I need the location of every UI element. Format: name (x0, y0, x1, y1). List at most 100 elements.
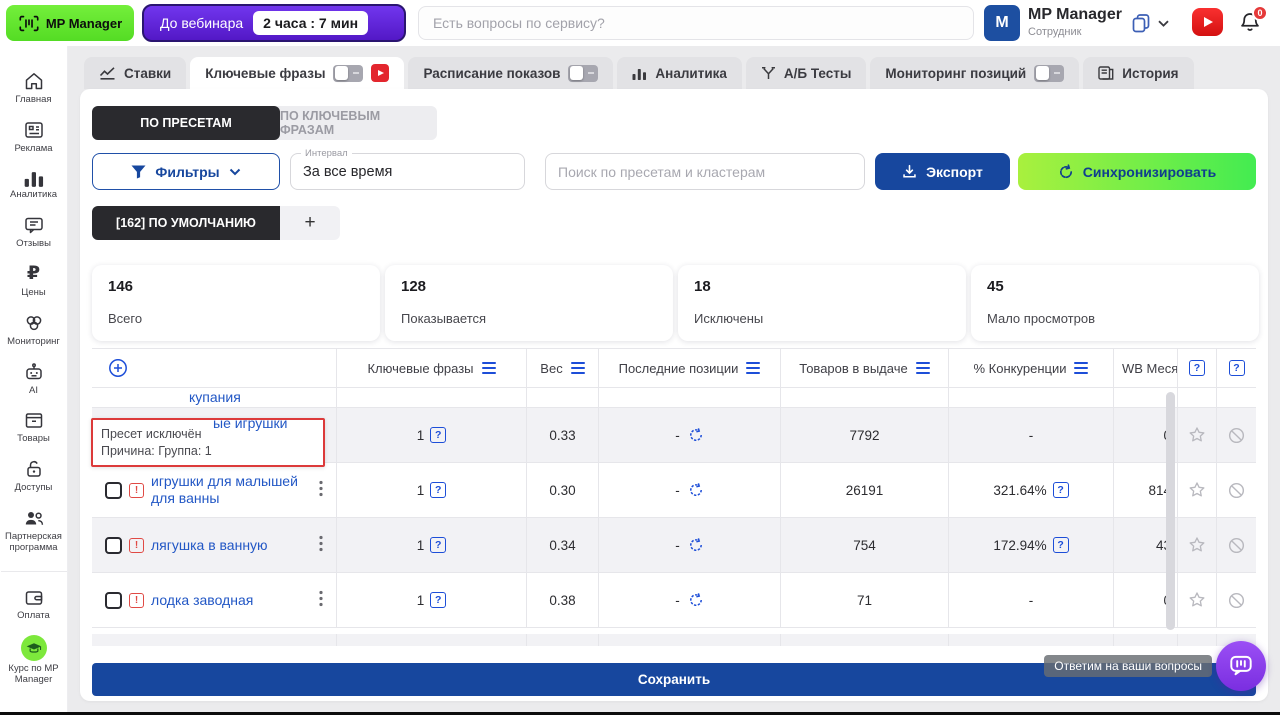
help-icon[interactable]: ? (430, 482, 446, 498)
sort-icon[interactable] (1074, 362, 1088, 374)
service-question-input[interactable] (418, 6, 974, 40)
tab-analytics[interactable]: Аналитика (617, 57, 741, 89)
sidebar-item-analytics[interactable]: Аналитика (1, 168, 67, 201)
schedule-toggle[interactable] (568, 65, 598, 82)
block-icon[interactable] (1227, 536, 1246, 555)
help-icon[interactable]: ? (1053, 482, 1069, 498)
sidebar-item-ads[interactable]: Реклама (1, 119, 67, 155)
stat-value: 128 (401, 278, 657, 295)
webinar-countdown-button[interactable]: До вебинара 2 часа : 7 мин (142, 4, 406, 42)
sort-icon[interactable] (482, 362, 496, 374)
preset-search-input[interactable] (545, 153, 865, 190)
chat-widget-button[interactable] (1216, 641, 1266, 691)
sort-icon[interactable] (746, 362, 760, 374)
keyword-link[interactable]: лягушка в ванную (151, 537, 313, 554)
subtab-by-phrases[interactable]: ПО КЛЮЧЕВЫМ ФРАЗАМ (280, 106, 437, 140)
tab-position-monitoring[interactable]: Мониторинг позиций (870, 57, 1079, 89)
sidebar-item-prices[interactable]: ₽ Цены (1, 263, 67, 299)
row-checkbox[interactable] (105, 592, 122, 609)
tab-history[interactable]: История (1083, 57, 1193, 89)
star-icon[interactable] (1187, 590, 1207, 610)
sidebar-item-ai[interactable]: AI (1, 361, 67, 397)
star-icon[interactable] (1187, 480, 1207, 500)
star-icon[interactable] (1187, 535, 1207, 555)
sidebar-item-monitoring[interactable]: Мониторинг (1, 312, 67, 348)
star-icon[interactable] (1187, 425, 1207, 445)
block-icon[interactable] (1227, 481, 1246, 500)
sidebar-item-partner-program[interactable]: Партнерская программа (1, 507, 67, 554)
refresh-icon[interactable] (688, 427, 704, 443)
refresh-icon[interactable] (688, 482, 704, 498)
stat-card-low-views[interactable]: 45 Мало просмотров (971, 265, 1259, 341)
tab-keywords[interactable]: Ключевые фразы (190, 57, 404, 89)
preset-excluded-tooltip: Пресет исключён Причина: Группа: 1 (91, 418, 325, 467)
help-icon[interactable]: ? (430, 537, 446, 553)
sync-icon (1058, 164, 1074, 180)
row-menu-icon[interactable] (317, 534, 325, 557)
refresh-icon[interactable] (688, 537, 704, 553)
keyword-link[interactable]: игрушки для малышей для ванны (151, 473, 313, 507)
warning-icon[interactable]: ! (129, 538, 144, 553)
competition-value: 172.94% (993, 538, 1046, 553)
stat-card-shown[interactable]: 128 Показывается (385, 265, 673, 341)
sidebar-label: Товары (17, 434, 50, 445)
table-scrollbar[interactable] (1166, 392, 1175, 630)
sort-icon[interactable] (916, 362, 930, 374)
sidebar-item-home[interactable]: Главная (1, 70, 67, 106)
block-icon[interactable] (1227, 426, 1246, 445)
help-icon[interactable]: ? (1053, 537, 1069, 553)
notifications-bell[interactable]: 0 (1238, 10, 1264, 36)
interval-select[interactable]: Интервал За все время (290, 153, 525, 190)
row-checkbox[interactable] (105, 537, 122, 554)
preset-chips: [162] ПО УМОЛЧАНИЮ + (92, 206, 340, 240)
copy-icon[interactable] (1130, 12, 1152, 34)
stat-card-total[interactable]: 146 Всего (92, 265, 380, 341)
help-icon[interactable]: ? (1229, 360, 1245, 376)
monitoring-toggle[interactable] (1034, 65, 1064, 82)
tab-schedule[interactable]: Расписание показов (408, 57, 613, 89)
export-button[interactable]: Экспорт (875, 153, 1010, 190)
warning-icon[interactable]: ! (129, 593, 144, 608)
last-position-value: - (675, 428, 680, 443)
sidebar-item-products[interactable]: Товары (1, 409, 67, 445)
add-circle-icon[interactable] (108, 358, 128, 378)
keyword-link[interactable]: купания (189, 389, 241, 405)
help-icon[interactable]: ? (1189, 360, 1205, 376)
avatar[interactable]: M (984, 5, 1020, 41)
sidebar-item-access[interactable]: Доступы (1, 458, 67, 494)
sort-icon[interactable] (571, 362, 585, 374)
keyword-link[interactable]: ые игрушки (213, 415, 287, 432)
sidebar-item-payment[interactable]: Оплата (1, 586, 67, 622)
tab-label: История (1122, 66, 1178, 81)
tab-rates[interactable]: Ставки (84, 57, 186, 89)
stat-card-excluded[interactable]: 18 Исключены (678, 265, 966, 341)
row-menu-icon[interactable] (317, 479, 325, 502)
tab-ab-tests[interactable]: А/Б Тесты (746, 57, 867, 89)
row-checkbox[interactable] (105, 482, 122, 499)
preset-chip-default[interactable]: [162] ПО УМОЛЧАНИЮ (92, 206, 280, 240)
sidebar-item-course[interactable]: Курс по MP Manager (1, 635, 67, 686)
help-icon[interactable]: ? (430, 427, 446, 443)
col-header-last-positions: Последние позиции (619, 361, 739, 376)
filters-button[interactable]: Фильтры (92, 153, 280, 190)
warning-icon[interactable]: ! (129, 483, 144, 498)
add-preset-button[interactable]: + (280, 206, 340, 240)
chevron-down-icon[interactable] (1158, 20, 1169, 27)
keyword-link[interactable]: лодка заводная (151, 592, 313, 609)
sync-button[interactable]: Синхронизировать (1018, 153, 1256, 190)
help-icon[interactable]: ? (430, 592, 446, 608)
tab-label: Мониторинг позиций (885, 66, 1026, 81)
block-icon[interactable] (1227, 591, 1246, 610)
video-play-button[interactable] (1192, 8, 1223, 36)
last-position-value: - (675, 483, 680, 498)
row-menu-icon[interactable] (317, 589, 325, 612)
weight-value: 0.30 (549, 483, 575, 498)
view-switcher: ПО ПРЕСЕТАМ ПО КЛЮЧЕВЫМ ФРАЗАМ (92, 106, 437, 140)
video-hint-icon[interactable] (371, 64, 389, 82)
keywords-toggle[interactable] (333, 65, 363, 82)
chat-tooltip: Ответим на ваши вопросы (1044, 655, 1212, 677)
subtab-by-presets[interactable]: ПО ПРЕСЕТАМ (92, 106, 280, 140)
sidebar-item-reviews[interactable]: Отзывы (1, 214, 67, 250)
refresh-icon[interactable] (688, 592, 704, 608)
app-logo[interactable]: MP Manager (6, 5, 134, 41)
